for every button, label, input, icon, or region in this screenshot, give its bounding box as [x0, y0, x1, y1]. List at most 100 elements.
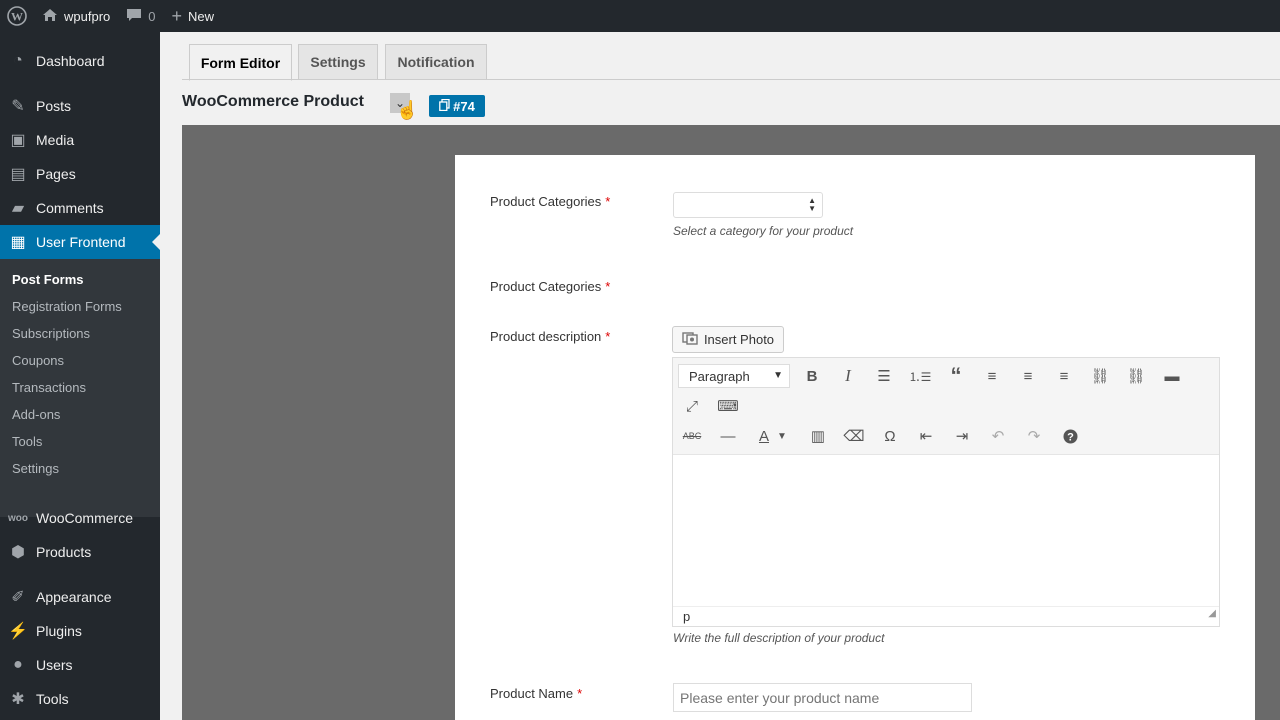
- sidebar-item-label: WooCommerce: [36, 510, 133, 526]
- sidebar-item-label: Plugins: [36, 623, 82, 639]
- sidebar-item-label: Users: [36, 657, 73, 673]
- form-id-label: #74: [453, 98, 475, 114]
- numbered-list-icon[interactable]: ⒈☰: [907, 364, 933, 388]
- admin-sidebar: ◔ Dashboard ✎ Posts ▣ Media ▤ Pages ▰ Co…: [0, 32, 160, 720]
- required-mark: *: [577, 686, 583, 701]
- copy-icon: [439, 98, 450, 114]
- editor-content-area[interactable]: [673, 456, 1219, 606]
- pages-icon: ▤: [10, 166, 26, 183]
- comments-icon: ▰: [11, 200, 25, 217]
- sidebar-item-appearance[interactable]: ✐ Appearance: [0, 580, 160, 614]
- sidebar-item-label: Pages: [36, 166, 76, 182]
- sidebar-item-dashboard[interactable]: ◔ Dashboard: [0, 44, 160, 78]
- form-id-badge[interactable]: #74: [429, 95, 485, 117]
- svg-text:?: ?: [1067, 431, 1074, 443]
- indent-icon[interactable]: ⇥: [949, 424, 975, 448]
- new-content-link[interactable]: + New: [163, 0, 222, 32]
- unlink-icon[interactable]: ⛓: [1123, 364, 1149, 388]
- site-name: wpufpro: [64, 8, 111, 24]
- comment-bubble-icon: [126, 8, 142, 25]
- align-left-icon[interactable]: ≡: [979, 364, 1005, 388]
- pin-icon: ✎: [11, 98, 25, 115]
- field-label-name: Product Name *: [490, 686, 582, 701]
- help-icon[interactable]: ?: [1057, 424, 1083, 448]
- element-path[interactable]: p: [683, 609, 690, 624]
- align-center-icon[interactable]: ≡: [1015, 364, 1041, 388]
- comments-link[interactable]: 0: [118, 0, 163, 32]
- field-label-text: Product Name: [490, 686, 574, 701]
- categories-help: Select a category for your product: [673, 224, 854, 238]
- field-label-categories-2: Product Categories *: [490, 279, 610, 294]
- categories-select[interactable]: ▲ ▼: [673, 192, 823, 218]
- form-title: WooCommerce Product: [182, 93, 364, 110]
- redo-icon[interactable]: ↷: [1021, 424, 1047, 448]
- toolbar-toggle-icon[interactable]: ⌨: [715, 394, 741, 418]
- undo-icon[interactable]: ↶: [985, 424, 1011, 448]
- text-color-caret-icon[interactable]: ▼: [775, 424, 789, 448]
- sidebar-item-label: Products: [36, 544, 92, 560]
- fullscreen-icon[interactable]: ⤢: [679, 394, 705, 418]
- read-more-icon[interactable]: ▬: [1159, 364, 1185, 388]
- sidebar-item-media[interactable]: ▣ Media: [0, 123, 160, 157]
- bold-icon[interactable]: B: [799, 364, 825, 388]
- tab-settings[interactable]: Settings: [298, 44, 378, 80]
- horizontal-line-icon[interactable]: —: [715, 424, 741, 448]
- align-right-icon[interactable]: ≡: [1051, 364, 1077, 388]
- clear-formatting-icon[interactable]: ⌫: [841, 424, 867, 448]
- bullet-list-icon[interactable]: ☰: [871, 364, 897, 388]
- submenu-registration-forms[interactable]: Registration Forms: [12, 299, 122, 314]
- products-icon: ⬢: [11, 544, 25, 561]
- layout-icon: ▦: [10, 234, 26, 251]
- photo-icon: [682, 331, 698, 348]
- sidebar-item-comments[interactable]: ▰ Comments: [0, 191, 160, 225]
- select-arrows-icon: ▲ ▼: [808, 196, 816, 213]
- blockquote-icon[interactable]: “: [943, 363, 969, 388]
- submenu-post-forms[interactable]: Post Forms: [12, 272, 84, 287]
- svg-text:W: W: [11, 10, 23, 24]
- outdent-icon[interactable]: ⇤: [913, 424, 939, 448]
- sidebar-item-user-frontend[interactable]: ▦ User Frontend: [0, 225, 160, 259]
- tab-form-editor[interactable]: Form Editor: [189, 44, 292, 81]
- format-select[interactable]: Paragraph ▼: [678, 364, 790, 388]
- text-color-icon[interactable]: A: [751, 424, 777, 448]
- insert-photo-button[interactable]: Insert Photo: [672, 326, 784, 353]
- required-mark: *: [605, 279, 611, 294]
- paste-text-icon[interactable]: ▥: [805, 424, 831, 448]
- sidebar-item-tools[interactable]: ✱ Tools: [0, 682, 160, 716]
- link-icon[interactable]: ⛓: [1087, 364, 1113, 388]
- submenu-add-ons[interactable]: Add-ons: [12, 407, 60, 422]
- product-name-input[interactable]: [673, 683, 972, 712]
- admin-bar: W wpufpro 0 + New: [0, 0, 1280, 32]
- site-name-link[interactable]: wpufpro: [34, 0, 118, 32]
- field-label-categories: Product Categories *: [490, 194, 610, 209]
- sidebar-item-products[interactable]: ⬢ Products: [0, 535, 160, 569]
- user-icon: ●: [13, 656, 23, 673]
- sidebar-item-label: User Frontend: [36, 234, 126, 250]
- resize-handle-icon[interactable]: ◢: [1208, 604, 1216, 624]
- field-label-description: Product description *: [490, 329, 610, 344]
- sidebar-item-users[interactable]: ● Users: [0, 648, 160, 682]
- submenu-settings[interactable]: Settings: [12, 461, 59, 476]
- strikethrough-icon[interactable]: ABC: [679, 424, 705, 448]
- special-character-icon[interactable]: Ω: [877, 424, 903, 448]
- editor-toolbar: Paragraph ▼ B I ☰ ⒈☰ “ ≡ ≡ ≡ ⛓ ⛓ ▬ ⤢ ⌨ A…: [673, 358, 1219, 455]
- required-mark: *: [605, 194, 611, 209]
- sidebar-item-posts[interactable]: ✎ Posts: [0, 89, 160, 123]
- description-help: Write the full description of your produ…: [673, 631, 885, 645]
- submenu-coupons[interactable]: Coupons: [12, 353, 64, 368]
- italic-icon[interactable]: I: [835, 364, 861, 388]
- brush-icon: ✐: [11, 589, 25, 606]
- plug-icon: ⚡: [8, 623, 28, 640]
- sidebar-item-label: Media: [36, 132, 75, 148]
- tab-notification[interactable]: Notification: [385, 44, 487, 80]
- submenu-subscriptions[interactable]: Subscriptions: [12, 326, 90, 341]
- wordpress-logo-icon[interactable]: W: [0, 0, 34, 32]
- wrench-icon: ✱: [11, 691, 25, 708]
- sidebar-item-woocommerce[interactable]: woo WooCommerce: [0, 501, 160, 535]
- caret-down-icon: ▼: [773, 370, 783, 381]
- sidebar-item-plugins[interactable]: ⚡ Plugins: [0, 614, 160, 648]
- sidebar-item-pages[interactable]: ▤ Pages: [0, 157, 160, 191]
- insert-photo-label: Insert Photo: [703, 332, 775, 347]
- submenu-tools[interactable]: Tools: [12, 434, 42, 449]
- submenu-transactions[interactable]: Transactions: [12, 380, 86, 395]
